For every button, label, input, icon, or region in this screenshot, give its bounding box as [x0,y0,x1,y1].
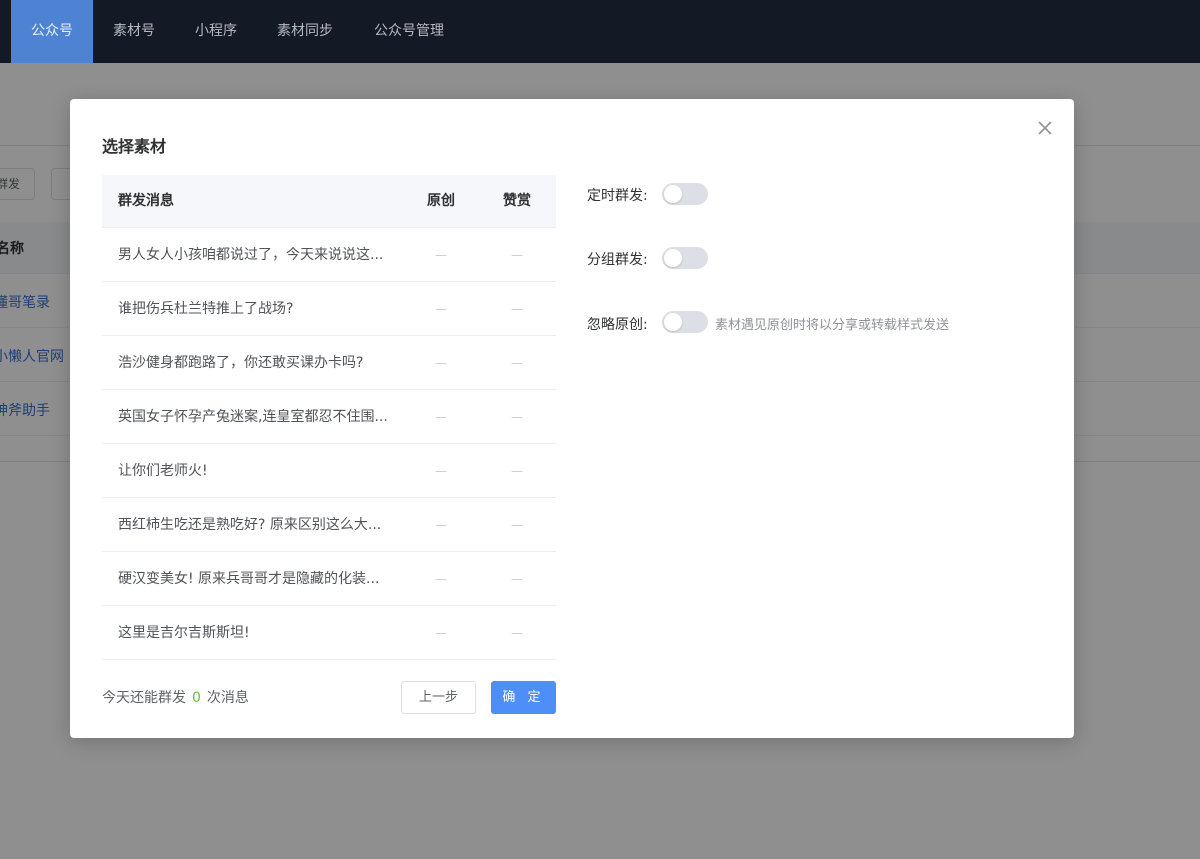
scheduled-send-switch[interactable] [662,183,708,205]
column-header-message: 群发消息 [118,193,174,209]
quota-prefix: 今天还能群发 [102,690,186,706]
quota-count: 0 [192,690,201,706]
original-value: — [435,302,447,316]
reward-value: — [511,518,523,532]
original-value: — [435,248,447,262]
group-send-switch[interactable] [662,247,708,269]
table-header: 群发消息 原创 赞赏 [102,175,556,228]
original-value: — [435,356,447,370]
reward-value: — [511,572,523,586]
table-row[interactable]: 让你们老师火! — — [102,444,556,498]
group-send-label: 分组群发: [587,252,648,268]
table-row[interactable]: 西红柿生吃还是熟吃好? 原来区别这么大... — — [102,498,556,552]
switch-knob [664,313,682,331]
select-material-dialog: 选择素材 群发消息 原创 赞赏 男人女人小孩咱都说过了，今天来说说这... — … [70,99,1074,738]
scheduled-send-label: 定时群发: [587,188,648,204]
message-title: 浩沙健身都跑路了，你还敢买课办卡吗? [118,355,364,371]
close-icon[interactable] [1034,117,1056,139]
material-table: 群发消息 原创 赞赏 男人女人小孩咱都说过了，今天来说说这... — — 谁把伤… [102,175,556,660]
column-header-original: 原创 [427,193,455,209]
previous-step-button[interactable]: 上一步 [401,681,476,714]
table-row[interactable]: 男人女人小孩咱都说过了，今天来说说这... — — [102,228,556,282]
nav-tab-account-management[interactable]: 公众号管理 [353,0,465,63]
table-row[interactable]: 谁把伤兵杜兰特推上了战场? — — [102,282,556,336]
message-title: 这里是吉尔吉斯斯坦! [118,625,250,641]
original-value: — [435,410,447,424]
message-title: 英国女子怀孕产兔迷案,连皇室都忍不住围... [118,409,388,425]
original-value: — [435,464,447,478]
table-row[interactable]: 这里是吉尔吉斯斯坦! — — [102,606,556,660]
reward-value: — [511,302,523,316]
message-title: 谁把伤兵杜兰特推上了战场? [118,301,294,317]
dialog-title: 选择素材 [102,137,167,156]
message-title: 男人女人小孩咱都说过了，今天来说说这... [118,247,384,263]
nav-tab-material-accounts[interactable]: 素材号 [93,0,175,63]
reward-value: — [511,410,523,424]
nav-tab-official-accounts[interactable]: 公众号 [11,0,93,63]
ignore-original-hint: 素材遇见原创时将以分享或转载样式发送 [715,318,950,333]
column-header-reward: 赞赏 [503,193,531,209]
message-title: 硬汉变美女! 原来兵哥哥才是隐藏的化装... [118,571,380,587]
table-row[interactable]: 硬汉变美女! 原来兵哥哥才是隐藏的化装... — — [102,552,556,606]
ignore-original-label: 忽略原创: [587,317,648,333]
original-value: — [435,626,447,640]
ignore-original-switch[interactable] [662,311,708,333]
reward-value: — [511,626,523,640]
reward-value: — [511,356,523,370]
message-title: 西红柿生吃还是熟吃好? 原来区别这么大... [118,517,382,533]
quota-suffix: 次消息 [206,690,249,706]
switch-knob [664,185,682,203]
message-title: 让你们老师火! [118,463,208,479]
original-value: — [435,518,447,532]
nav-tab-mini-programs[interactable]: 小程序 [175,0,257,63]
top-nav: 公众号 素材号 小程序 素材同步 公众号管理 [0,0,1200,63]
nav-tab-material-sync[interactable]: 素材同步 [257,0,353,63]
table-row[interactable]: 浩沙健身都跑路了，你还敢买课办卡吗? — — [102,336,556,390]
original-value: — [435,572,447,586]
remaining-quota: 今天还能群发 0 次消息 [102,687,249,707]
switch-knob [664,249,682,267]
table-row[interactable]: 英国女子怀孕产兔迷案,连皇室都忍不住围... — — [102,390,556,444]
reward-value: — [511,248,523,262]
reward-value: — [511,464,523,478]
confirm-button[interactable]: 确 定 [491,681,556,714]
